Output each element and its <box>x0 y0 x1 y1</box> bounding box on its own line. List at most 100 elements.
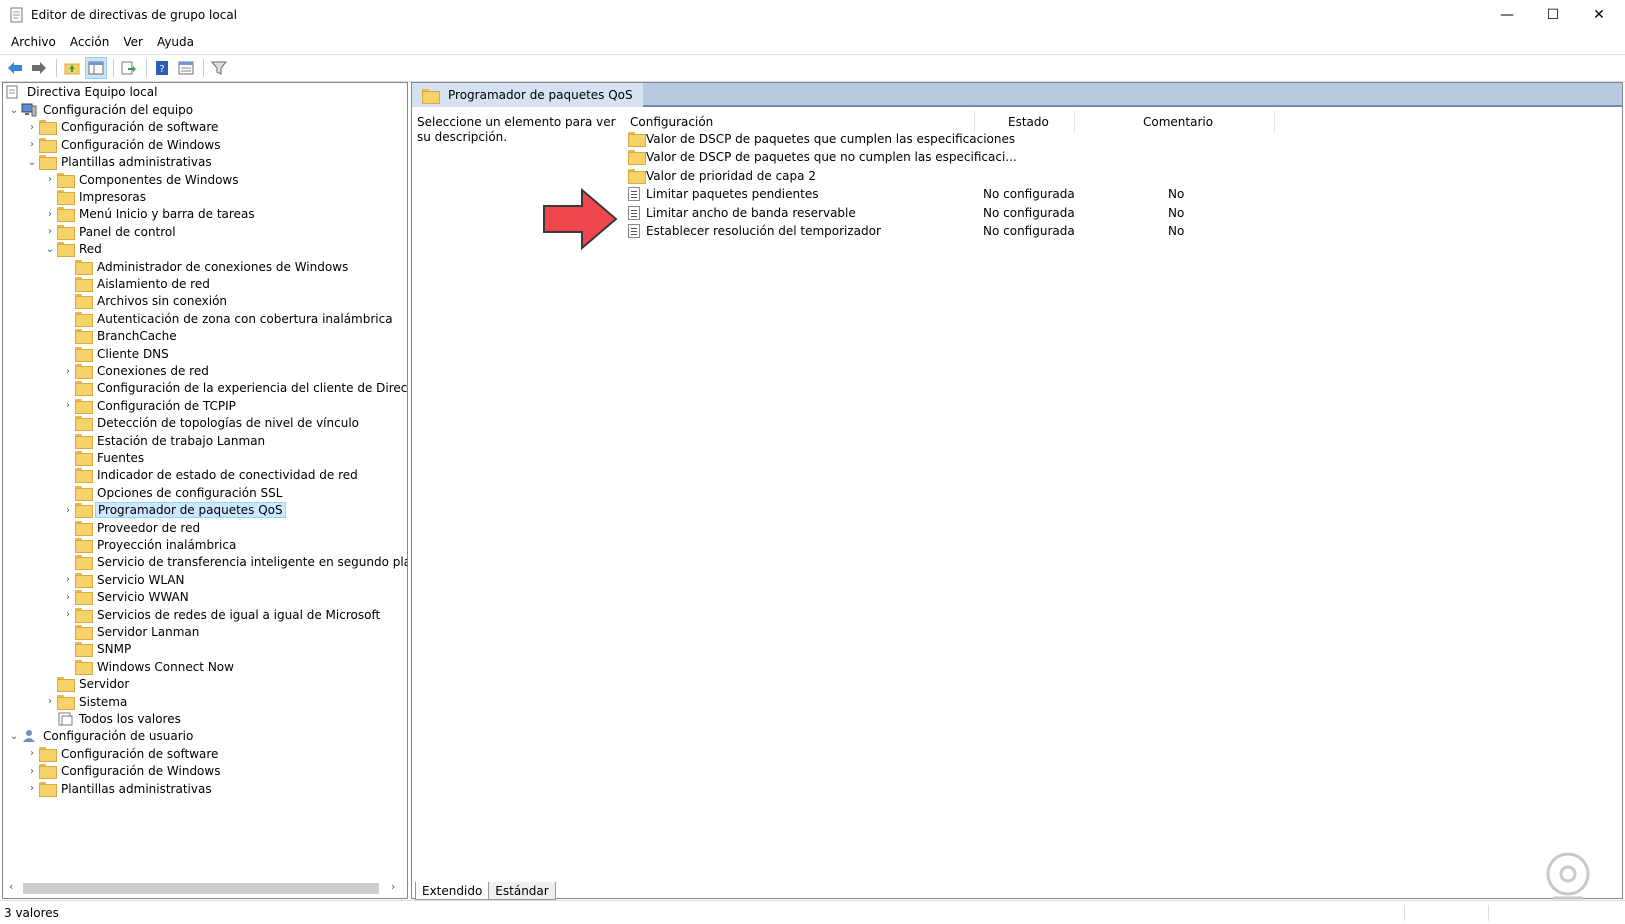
folder-icon <box>75 520 93 536</box>
tree-item[interactable]: Servicio de transferencia inteligente en… <box>61 553 407 571</box>
chevron-right-icon[interactable]: › <box>43 174 57 185</box>
tree-item[interactable]: › Panel de control <box>43 223 178 241</box>
tree-item[interactable]: › Conexiones de red <box>61 362 211 380</box>
close-button[interactable]: ✕ <box>1576 0 1622 30</box>
tree-item[interactable]: Cliente DNS <box>61 345 171 363</box>
tree-root[interactable]: Directiva Equipo local <box>5 83 159 101</box>
tree-item[interactable]: ⌄ Plantillas administrativas <box>25 153 214 171</box>
tree-item[interactable]: ⌄ Configuración de usuario <box>7 727 195 745</box>
tree-item[interactable]: Windows Connect Now <box>61 658 236 676</box>
chevron-down-icon[interactable]: ⌄ <box>43 244 57 255</box>
chevron-right-icon[interactable]: › <box>25 122 39 133</box>
folder-icon <box>57 224 75 240</box>
tree-item[interactable]: Aislamiento de red <box>61 275 212 293</box>
chevron-down-icon[interactable]: ⌄ <box>25 157 39 168</box>
chevron-right-icon[interactable]: › <box>25 783 39 794</box>
horizontal-scrollbar[interactable]: ‹ › <box>7 880 403 896</box>
tree-item[interactable]: Servidor <box>43 675 131 693</box>
tree-item[interactable]: Detección de topologías de nivel de vínc… <box>61 414 361 432</box>
chevron-right-icon[interactable]: › <box>43 209 57 220</box>
tree-item[interactable]: › Configuración de Windows <box>25 762 222 780</box>
chevron-right-icon[interactable]: › <box>61 366 75 377</box>
tab-extendido[interactable]: Extendido <box>415 882 490 900</box>
menu-archivo[interactable]: Archivo <box>4 35 63 49</box>
console-tree[interactable]: Directiva Equipo local ‹ › ⌄ Configuració… <box>2 82 408 899</box>
chevron-right-icon[interactable]: › <box>25 766 39 777</box>
tree-item[interactable]: Opciones de configuración SSL <box>61 484 284 502</box>
properties-icon[interactable] <box>175 57 197 79</box>
maximize-button[interactable]: ☐ <box>1530 0 1576 30</box>
list-item[interactable]: Valor de prioridad de capa 2 <box>628 166 816 185</box>
tree-item[interactable]: › Sistema <box>43 693 129 711</box>
chevron-right-icon[interactable]: › <box>25 139 39 150</box>
list-item[interactable]: Valor de DSCP de paquetes que cumplen la… <box>628 129 1015 148</box>
tree-item[interactable]: › Plantillas administrativas <box>25 780 214 798</box>
list-item[interactable]: Establecer resolución del temporizador <box>628 222 881 241</box>
forward-icon[interactable] <box>28 57 50 79</box>
tree-item[interactable]: Archivos sin conexión <box>61 292 229 310</box>
help-icon[interactable]: ? <box>151 57 173 79</box>
tree-item[interactable]: Autenticación de zona con cobertura inal… <box>61 310 395 328</box>
show-hide-tree-icon[interactable] <box>85 57 107 79</box>
chevron-right-icon[interactable]: › <box>61 609 75 620</box>
tree-root-label: Directiva Equipo local <box>27 85 158 99</box>
tree-item[interactable]: Impresoras <box>43 188 148 206</box>
tree-item[interactable]: › Menú Inicio y barra de tareas <box>43 205 257 223</box>
menu-ver[interactable]: Ver <box>116 35 150 49</box>
tree-item[interactable]: Todos los valores <box>43 710 183 728</box>
tree-item[interactable]: › Servicio WLAN <box>61 571 186 589</box>
tree-item[interactable]: › Configuración de software <box>25 745 220 763</box>
tree-item[interactable]: Proyección inalámbrica <box>61 536 238 554</box>
menu-ayuda[interactable]: Ayuda <box>150 35 201 49</box>
tree-item[interactable]: ⌄ Configuración del equipo <box>7 101 195 119</box>
list-item[interactable]: Limitar ancho de banda reservable <box>628 203 856 222</box>
tree-item[interactable]: BranchCache <box>61 327 179 345</box>
tree-item[interactable]: Fuentes <box>61 449 146 467</box>
chevron-down-icon[interactable]: ⌄ <box>7 105 21 116</box>
tree-item[interactable]: Configuración de la experiencia del clie… <box>61 379 407 397</box>
tab-estandar[interactable]: Estándar <box>488 882 556 900</box>
tree-item[interactable]: › Configuración de TCPIP <box>61 397 238 415</box>
up-folder-icon[interactable] <box>61 57 83 79</box>
chevron-down-icon[interactable]: ⌄ <box>7 731 21 742</box>
list-item[interactable]: Limitar paquetes pendientes <box>628 185 818 204</box>
chevron-right-icon[interactable]: › <box>61 505 75 516</box>
tree-item-label: Opciones de configuración SSL <box>97 485 283 500</box>
column-header-comment[interactable]: Comentario <box>1143 111 1213 133</box>
tree-item[interactable]: Proveedor de red <box>61 519 202 537</box>
chevron-right-icon[interactable]: › <box>43 226 57 237</box>
policy-document-icon <box>5 85 21 99</box>
filter-icon[interactable] <box>208 57 230 79</box>
folder-icon <box>57 694 75 710</box>
column-divider[interactable] <box>1074 111 1075 133</box>
tree-item[interactable]: › Servicios de redes de igual a igual de … <box>61 606 382 624</box>
chevron-right-icon[interactable]: › <box>61 400 75 411</box>
tree-item[interactable]: SNMP <box>61 640 133 658</box>
tree-item[interactable]: › Servicio WWAN <box>61 588 191 606</box>
svg-text:?: ? <box>159 64 164 75</box>
chevron-right-icon[interactable]: › <box>61 574 75 585</box>
chevron-right-icon[interactable]: › <box>61 592 75 603</box>
chevron-right-icon[interactable]: › <box>25 748 39 759</box>
export-list-icon[interactable] <box>118 57 140 79</box>
tree-item[interactable]: Servidor Lanman <box>61 623 201 641</box>
list-item[interactable]: Valor de DSCP de paquetes que no cumplen… <box>628 148 1017 167</box>
minimize-button[interactable]: — <box>1484 0 1530 30</box>
tree-item-label: BranchCache <box>97 329 177 344</box>
tree-item[interactable]: Estación de trabajo Lanman <box>61 432 267 450</box>
scroll-right-icon[interactable]: › <box>391 880 395 893</box>
column-divider[interactable] <box>1274 111 1275 133</box>
tree-item[interactable]: › Configuración de software <box>25 118 220 136</box>
tree-item[interactable]: › Componentes de Windows <box>43 171 241 189</box>
tree-item[interactable]: Administrador de conexiones de Windows <box>61 258 350 276</box>
back-icon[interactable] <box>4 57 26 79</box>
tree-item-label: Sistema <box>79 694 128 709</box>
chevron-right-icon[interactable]: › <box>43 696 57 707</box>
tree-item[interactable]: ⌄ Red <box>43 240 104 258</box>
tree-item[interactable]: › Configuración de Windows <box>25 136 222 154</box>
tree-item[interactable]: › Programador de paquetes QoS <box>61 501 286 519</box>
scrollbar-thumb[interactable] <box>23 883 379 894</box>
menu-accion[interactable]: Acción <box>63 35 116 49</box>
tree-item[interactable]: Indicador de estado de conectividad de r… <box>61 466 360 484</box>
scroll-left-icon[interactable]: ‹ <box>9 880 13 893</box>
